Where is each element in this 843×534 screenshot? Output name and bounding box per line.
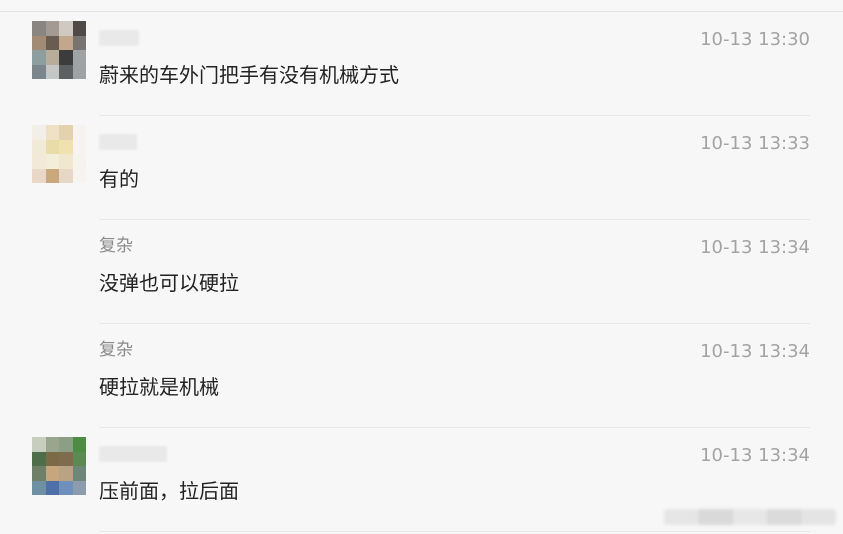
- avatar-pixel: [45, 466, 60, 481]
- avatar-pixel: [59, 437, 73, 452]
- avatar-pixel: [32, 50, 46, 65]
- avatar-pixel: [32, 466, 46, 481]
- avatar-pixel: [32, 437, 46, 452]
- avatar-pixel: [72, 35, 86, 51]
- avatar[interactable]: [32, 21, 86, 79]
- avatar-pixel: [72, 451, 86, 467]
- timestamp: 10-13 13:30: [700, 29, 810, 50]
- avatar[interactable]: [32, 437, 86, 495]
- avatar-pixel: [59, 168, 73, 183]
- avatar-pixel: [59, 50, 73, 65]
- username-redacted[interactable]: [99, 134, 137, 150]
- avatar-pixel: [45, 125, 60, 140]
- avatar-pixel: [32, 125, 46, 140]
- avatar-pixel: [32, 21, 46, 36]
- avatar-pixel: [45, 50, 60, 65]
- timestamp: 10-13 13:33: [700, 133, 810, 154]
- list-item: 复杂 10-13 13:34 硬拉就是机械: [0, 324, 843, 428]
- avatar-pixel: [59, 64, 73, 79]
- message-text: 压前面，拉后面: [99, 479, 239, 503]
- avatar-pixel: [59, 451, 73, 467]
- avatar-pixel: [72, 64, 86, 79]
- avatar-pixel: [32, 154, 46, 169]
- avatar-pixel: [45, 21, 60, 36]
- message-text: 有的: [99, 167, 139, 191]
- message-text: 硬拉就是机械: [99, 375, 219, 399]
- message-text: 没弹也可以硬拉: [99, 271, 239, 295]
- list-item: 10-13 13:30 蔚来的车外门把手有没有机械方式: [0, 12, 843, 116]
- username[interactable]: 复杂: [99, 339, 133, 361]
- username-redacted[interactable]: [99, 30, 139, 46]
- avatar-pixel: [32, 139, 46, 155]
- avatar-pixel: [59, 154, 73, 169]
- avatar-pixel: [32, 451, 46, 467]
- avatar-pixel: [45, 437, 60, 452]
- avatar-pixel: [59, 466, 73, 481]
- username[interactable]: 复杂: [99, 235, 133, 257]
- avatar-pixel: [32, 35, 46, 51]
- avatar-pixel: [72, 50, 86, 65]
- avatar-pixel: [45, 64, 60, 79]
- avatar-pixel: [32, 64, 46, 79]
- avatar-pixel: [45, 139, 60, 155]
- avatar-pixel: [32, 480, 46, 495]
- timestamp: 10-13 13:34: [700, 445, 810, 466]
- avatar-pixel: [72, 480, 86, 495]
- avatar-pixel: [72, 168, 86, 183]
- list-item: 复杂 10-13 13:34 没弹也可以硬拉: [0, 220, 843, 324]
- watermark-redacted: [664, 509, 836, 525]
- avatar-pixel: [59, 139, 73, 155]
- avatar-pixel: [32, 168, 46, 183]
- avatar-pixel: [45, 154, 60, 169]
- avatar[interactable]: [32, 125, 86, 183]
- list-item: 10-13 13:33 有的: [0, 116, 843, 220]
- avatar-pixel: [45, 35, 60, 51]
- avatar-pixel: [59, 125, 73, 140]
- avatar-pixel: [72, 125, 86, 140]
- avatar-pixel: [45, 480, 60, 495]
- avatar-pixel: [59, 21, 73, 36]
- avatar-pixel: [45, 168, 60, 183]
- avatar-pixel: [45, 451, 60, 467]
- avatar-pixel: [72, 466, 86, 481]
- avatar-pixel: [72, 154, 86, 169]
- timestamp: 10-13 13:34: [700, 341, 810, 362]
- comment-list: 10-13 13:30 蔚来的车外门把手有没有机械方式 10-13 13:33 …: [0, 12, 843, 534]
- message-text: 蔚来的车外门把手有没有机械方式: [99, 63, 399, 87]
- avatar-pixel: [59, 35, 73, 51]
- avatar-pixel: [59, 480, 73, 495]
- divider: [99, 531, 810, 532]
- timestamp: 10-13 13:34: [700, 237, 810, 258]
- avatar-pixel: [72, 437, 86, 452]
- avatar-pixel: [72, 139, 86, 155]
- username-redacted[interactable]: [99, 446, 167, 462]
- avatar-pixel: [72, 21, 86, 36]
